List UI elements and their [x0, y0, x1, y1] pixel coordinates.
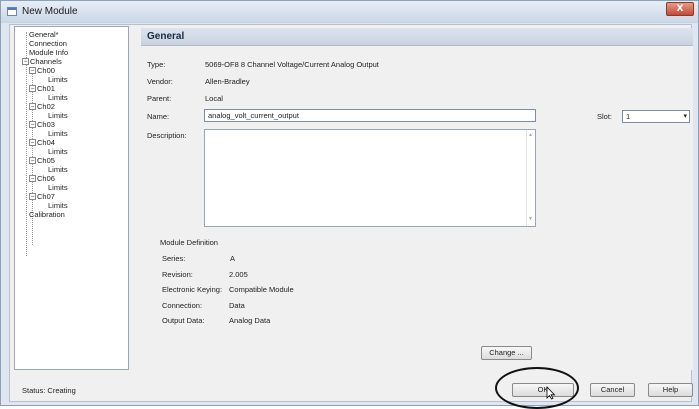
tree-item-ch04-limits[interactable]: Limits: [48, 147, 68, 156]
close-button[interactable]: X: [666, 2, 694, 16]
tree-item-calibration[interactable]: Calibration: [29, 210, 65, 219]
dropdown-arrow-icon: ▾: [683, 113, 687, 120]
tree-item-ch03[interactable]: Ch03: [37, 120, 55, 129]
cancel-button[interactable]: Cancel: [590, 383, 635, 397]
revision-label: Revision:: [162, 270, 193, 279]
series-value: A: [230, 254, 236, 263]
title-bar[interactable]: New Module X: [1, 1, 698, 23]
parent-label: Parent:: [147, 94, 172, 103]
collapse-ch07-icon[interactable]: −: [29, 193, 36, 200]
scroll-up-icon[interactable]: ▲: [528, 132, 533, 138]
description-field[interactable]: ▲ ▼: [204, 129, 536, 227]
tree-item-ch03-limits[interactable]: Limits: [48, 129, 68, 138]
change-button[interactable]: Change ...: [481, 346, 532, 360]
tree-item-ch06-limits[interactable]: Limits: [48, 183, 68, 192]
tree-item-module-info[interactable]: Module Info: [29, 48, 68, 57]
tree-item-ch00-limits[interactable]: Limits: [48, 75, 68, 84]
tree-item-ch04[interactable]: Ch04: [37, 138, 55, 147]
tree-item-ch02-limits[interactable]: Limits: [48, 111, 68, 120]
general-panel-header: General: [141, 28, 693, 46]
scroll-down-icon[interactable]: ▼: [528, 216, 533, 222]
tree-item-ch01[interactable]: Ch01: [37, 84, 55, 93]
tree-item-ch00[interactable]: Ch00: [37, 66, 55, 75]
parent-value: Local: [205, 94, 223, 103]
electronic-keying-label: Electronic Keying:: [162, 285, 223, 294]
tree-item-general[interactable]: General*: [29, 30, 59, 39]
mouse-pointer-icon: [546, 386, 556, 400]
module-definition-heading: Module Definition: [160, 238, 218, 247]
tree-guide-line: [26, 32, 27, 256]
window-title: New Module: [22, 6, 78, 17]
tree-item-ch07[interactable]: Ch07: [37, 192, 55, 201]
type-value: 5069-OF8 8 Channel Voltage/Current Analo…: [205, 60, 379, 69]
series-label: Series:: [162, 254, 186, 263]
output-data-value: Analog Data: [229, 316, 271, 325]
description-label: Description:: [147, 131, 187, 140]
highlight-ellipse: [495, 367, 579, 409]
collapse-ch00-icon[interactable]: −: [29, 67, 36, 74]
collapse-ch03-icon[interactable]: −: [29, 121, 36, 128]
tree-item-ch01-limits[interactable]: Limits: [48, 93, 68, 102]
vendor-value: Allen-Bradley: [205, 77, 250, 86]
collapse-channels-icon[interactable]: −: [22, 58, 29, 65]
tree-item-ch02[interactable]: Ch02: [37, 102, 55, 111]
connection-label: Connection:: [162, 301, 203, 310]
tree-item-channels[interactable]: Channels: [30, 57, 62, 66]
collapse-ch02-icon[interactable]: −: [29, 103, 36, 110]
tree-item-ch06[interactable]: Ch06: [37, 174, 55, 183]
collapse-ch04-icon[interactable]: −: [29, 139, 36, 146]
output-data-label: Output Data:: [162, 316, 205, 325]
status-text: Status: Creating: [22, 386, 76, 395]
name-field[interactable]: analog_volt_current_output: [204, 109, 536, 122]
collapse-ch06-icon[interactable]: −: [29, 175, 36, 182]
tree-item-ch07-limits[interactable]: Limits: [48, 201, 68, 210]
slot-select[interactable]: 1 ▾: [622, 110, 690, 123]
category-tree: General* Connection Module Info − Channe…: [14, 26, 129, 370]
description-scrollbar[interactable]: ▲ ▼: [526, 130, 535, 226]
electronic-keying-value: Compatible Module: [229, 285, 294, 294]
collapse-ch05-icon[interactable]: −: [29, 157, 36, 164]
slot-label: Slot:: [597, 112, 613, 121]
name-label: Name:: [147, 112, 170, 121]
connection-value: Data: [229, 301, 245, 310]
panel-title: General: [147, 31, 185, 42]
vendor-label: Vendor:: [147, 77, 173, 86]
tree-item-ch05[interactable]: Ch05: [37, 156, 55, 165]
window-icon: [7, 7, 17, 16]
slot-value: 1: [626, 112, 631, 121]
revision-value: 2.005: [229, 270, 248, 279]
tree-item-connection[interactable]: Connection: [29, 39, 67, 48]
tree-item-ch05-limits[interactable]: Limits: [48, 165, 68, 174]
collapse-ch01-icon[interactable]: −: [29, 85, 36, 92]
help-button[interactable]: Help: [648, 383, 693, 397]
type-label: Type:: [147, 60, 166, 69]
